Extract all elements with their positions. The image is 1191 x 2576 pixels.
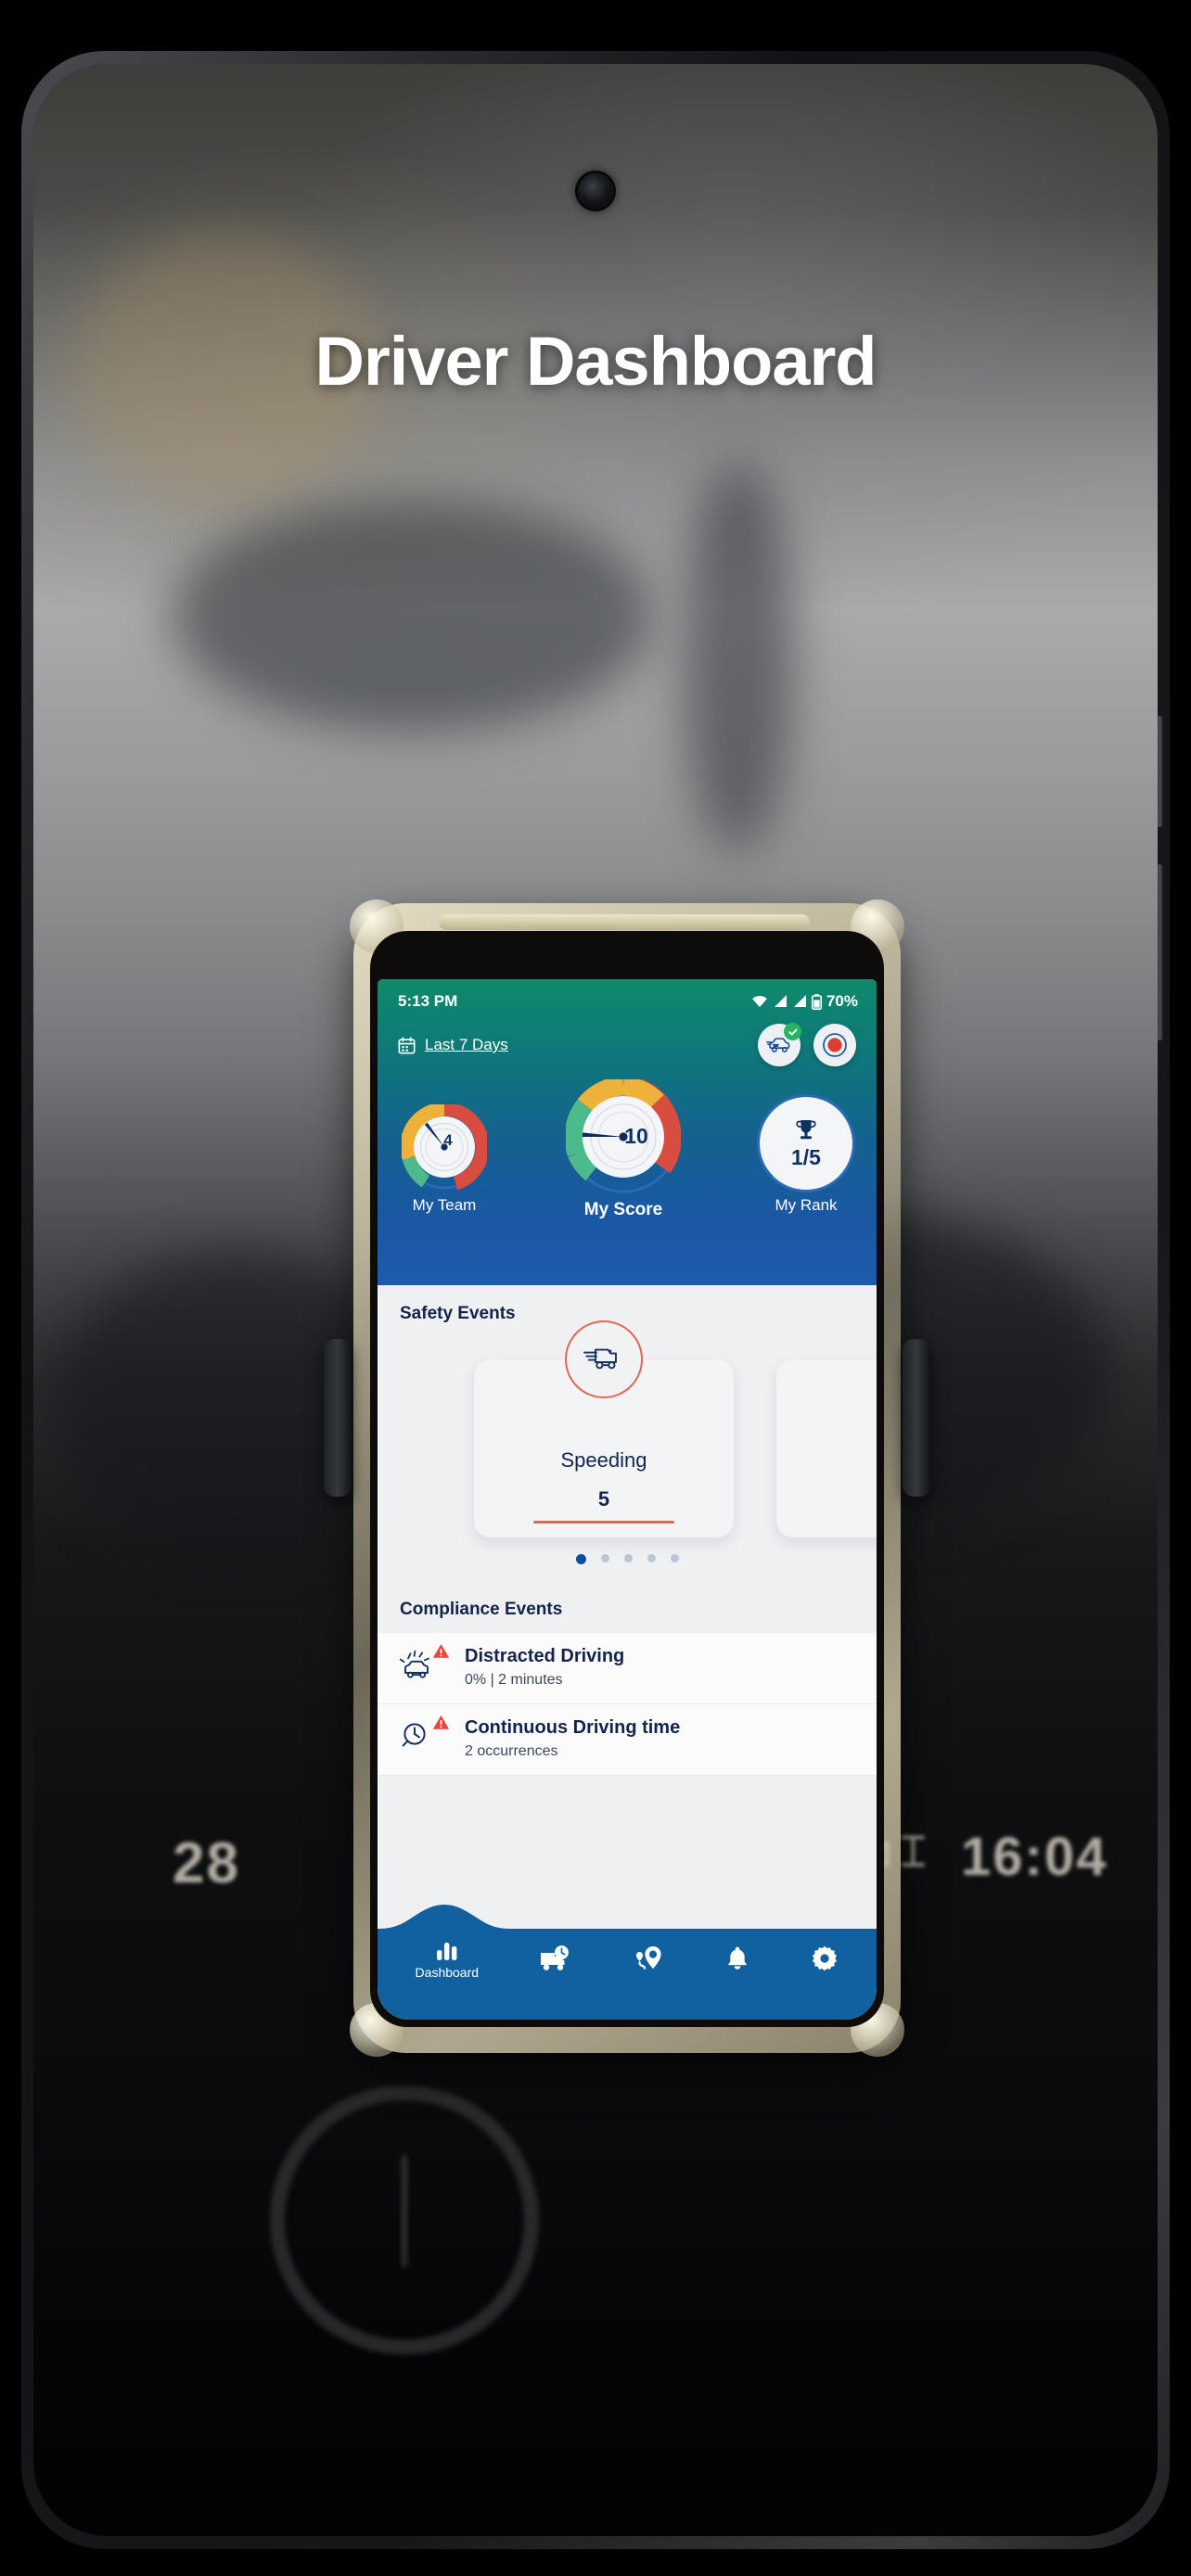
compliance-item-title: Distracted Driving	[465, 1646, 625, 1666]
case-top-edge	[439, 914, 810, 930]
carousel-dot[interactable]	[623, 1554, 633, 1562]
battery-icon	[811, 993, 822, 1010]
phone-mount-grip-left	[324, 1339, 352, 1497]
clock-icon	[400, 1715, 450, 1759]
device-mockup: 28 16:04 ⊿⌶ Driver Dashboard	[0, 0, 1191, 2576]
bar-chart-icon	[436, 1942, 457, 1960]
nav-item-settings[interactable]	[811, 1945, 839, 1972]
vehicle-clock-readout: 16:04	[961, 1827, 1108, 1887]
gauge-value: 10	[624, 1124, 648, 1148]
nav-item-routes[interactable]	[633, 1945, 664, 1972]
gauge-label: My Score	[583, 1200, 663, 1219]
bottom-nav: Dashboard	[378, 1901, 877, 2020]
check-icon	[788, 1028, 797, 1036]
gauge-label: My Rank	[775, 1196, 838, 1214]
bottom-nav-items: Dashboard	[378, 1919, 877, 1997]
carousel-dot[interactable]	[647, 1554, 656, 1562]
safety-events-title: Safety Events	[400, 1304, 516, 1323]
safety-event-card-next[interactable]	[776, 1359, 877, 1537]
carousel-dot[interactable]	[600, 1554, 609, 1562]
nav-item-label: Dashboard	[415, 1964, 480, 1980]
gauge-arc: 4	[400, 1102, 490, 1191]
safety-event-name: Speeding	[560, 1448, 647, 1472]
safety-event-card[interactable]: Speeding 5	[474, 1320, 734, 1537]
outer-phone-screen: 28 16:04 ⊿⌶ Driver Dashboard	[33, 64, 1158, 2536]
signal-icon	[774, 995, 787, 1007]
safety-events-carousel[interactable]: Speeding 5	[378, 1320, 877, 1537]
app-header: 5:13 PM 70% Last 7 Days 4 My Team 10 My …	[378, 979, 877, 1285]
period-selector[interactable]: Last 7 Days	[398, 1036, 508, 1054]
carousel-dots[interactable]	[378, 1554, 877, 1564]
bell-icon	[728, 1946, 748, 1970]
record-button[interactable]	[813, 1024, 856, 1066]
truck-clock-icon	[541, 1945, 570, 1970]
period-label: Last 7 Days	[425, 1036, 508, 1053]
status-icons: 70%	[750, 992, 858, 1011]
safety-event-underline	[533, 1521, 674, 1524]
front-camera-icon	[578, 173, 613, 209]
rank-circle: 1/5	[760, 1097, 852, 1190]
carousel-dot[interactable]	[670, 1554, 679, 1562]
status-bar: 5:13 PM 70%	[378, 979, 877, 1011]
phone-mount-grip-right	[903, 1339, 930, 1497]
warning-triangle-icon	[432, 1644, 450, 1658]
gauge-my-score[interactable]: 10 My Score	[564, 1076, 682, 1220]
compliance-item-subtitle: 2 occurrences	[465, 1743, 558, 1759]
distracted-driving-icon	[399, 1644, 450, 1688]
trophy-icon	[796, 1120, 816, 1140]
battery-percent: 70%	[826, 992, 858, 1010]
app-screen: 5:13 PM 70% Last 7 Days 4 My Team 10 My …	[378, 979, 877, 2020]
compliance-item-subtitle: 0% | 2 minutes	[465, 1672, 563, 1688]
compliance-events-title: Compliance Events	[400, 1600, 563, 1619]
mounted-phone: 5:13 PM 70% Last 7 Days 4 My Team 10 My …	[324, 899, 930, 2057]
compliance-item-title: Continuous Driving time	[465, 1717, 681, 1738]
gauge-my-team[interactable]: 4 My Team	[400, 1102, 490, 1215]
route-pin-icon	[636, 1946, 661, 1970]
nav-item-alerts[interactable]	[724, 1945, 750, 1972]
compliance-events-list: Distracted Driving 0% | 2 minutes Contin…	[378, 1633, 877, 1776]
steering-wheel	[270, 2085, 539, 2354]
safety-event-count: 5	[597, 1487, 610, 1511]
vehicle-status-button[interactable]	[758, 1023, 801, 1066]
gauge-value: 4	[443, 1131, 453, 1149]
app-body: Safety Events Speeding 5 Compliance Even…	[378, 1285, 877, 2020]
gauge-arc: 10	[564, 1076, 682, 1193]
status-time: 5:13 PM	[398, 992, 458, 1010]
list-item[interactable]: Continuous Driving time 2 occurrences	[378, 1704, 877, 1776]
record-dot-icon	[823, 1033, 847, 1057]
nav-item-trips[interactable]	[539, 1945, 572, 1972]
gauge-my-rank[interactable]: 1/5 My Rank	[760, 1097, 852, 1215]
speeding-truck-icon	[565, 1320, 643, 1398]
rank-value: 1/5	[791, 1145, 821, 1169]
nav-item-dashboard[interactable]: Dashboard	[415, 1938, 480, 1980]
speeding-truck-glyph	[583, 1348, 617, 1370]
period-row: Last 7 Days	[378, 1011, 877, 1066]
wifi-icon	[752, 995, 767, 1007]
gauge-label: My Team	[412, 1196, 477, 1214]
gauges-row: 4 My Team 10 My Score 1/5 My Rank	[378, 1066, 877, 1219]
header-actions	[758, 1023, 856, 1066]
status-badge	[784, 1023, 801, 1040]
vehicle-speed-readout: 28	[173, 1831, 240, 1895]
page-title: Driver Dashboard	[314, 323, 877, 400]
warning-triangle-icon	[432, 1715, 450, 1729]
gear-icon	[813, 1945, 838, 1971]
phone-bezel: 5:13 PM 70% Last 7 Days 4 My Team 10 My …	[370, 931, 884, 2027]
carousel-dot[interactable]	[575, 1554, 586, 1564]
outer-phone-frame: 28 16:04 ⊿⌶ Driver Dashboard	[19, 48, 1172, 2552]
list-item[interactable]: Distracted Driving 0% | 2 minutes	[378, 1633, 877, 1704]
signal-icon	[793, 995, 806, 1007]
calendar-icon	[398, 1036, 416, 1053]
